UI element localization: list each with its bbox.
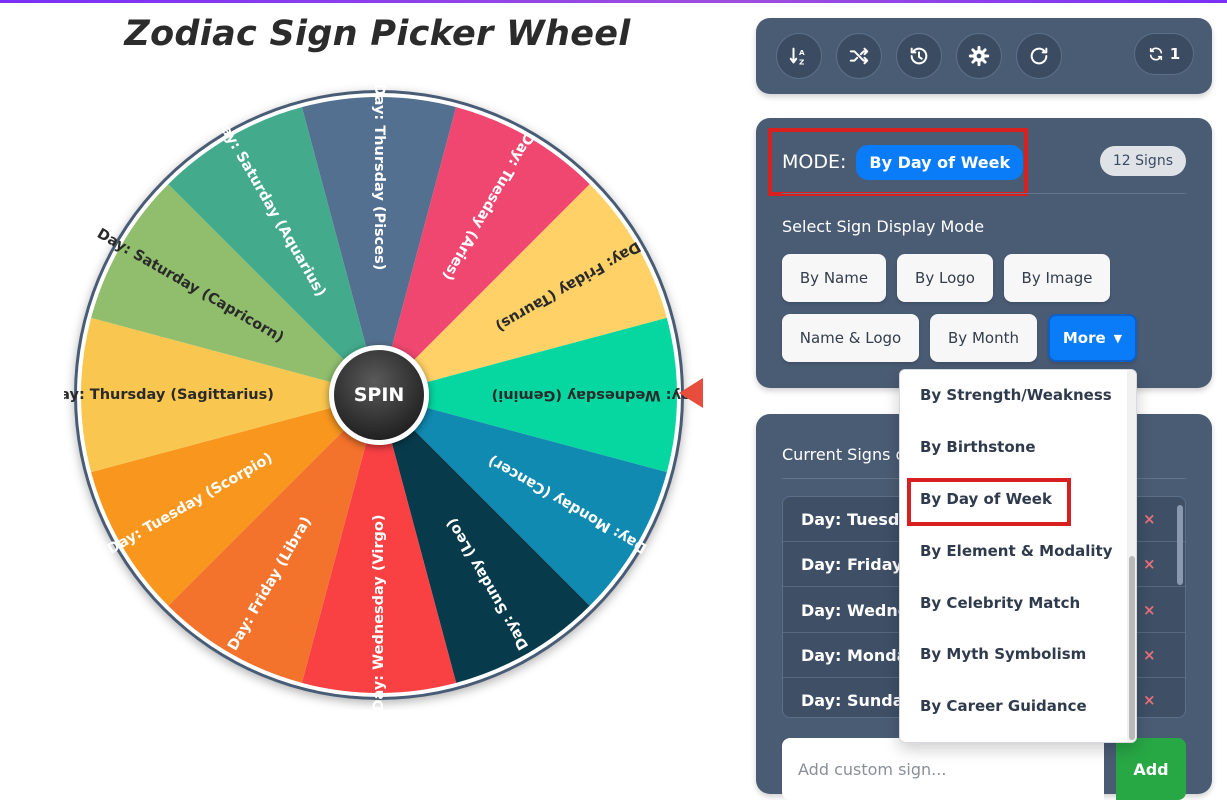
redo-icon bbox=[1030, 47, 1048, 65]
dropdown-scrollbar[interactable] bbox=[1127, 370, 1136, 742]
history-icon bbox=[910, 47, 928, 65]
mode-panel: MODE: By Day of Week 12 Signs Select Sig… bbox=[756, 118, 1212, 388]
sort-icon: A Z bbox=[789, 47, 805, 66]
scrollbar-thumb[interactable] bbox=[1129, 556, 1135, 740]
add-sign-button[interactable]: Add bbox=[1116, 738, 1186, 800]
dropdown-item-celebrity-match[interactable]: By Celebrity Match bbox=[920, 594, 1080, 612]
sync-icon bbox=[1149, 47, 1162, 61]
dropdown-item-career-guidance[interactable]: By Career Guidance bbox=[920, 697, 1087, 715]
mode-button-by-image[interactable]: By Image bbox=[1004, 254, 1110, 302]
sign-label: Day: Friday bbox=[801, 554, 903, 574]
svg-text:A: A bbox=[799, 48, 805, 57]
mode-button-by-name[interactable]: By Name bbox=[782, 254, 886, 302]
remove-sign-icon[interactable]: × bbox=[1143, 555, 1156, 573]
dropdown-item-birthstone[interactable]: By Birthstone bbox=[920, 438, 1036, 456]
history-button[interactable] bbox=[896, 33, 942, 79]
wheel-pointer-icon bbox=[679, 378, 703, 408]
add-custom-sign-input[interactable] bbox=[782, 738, 1104, 800]
signs-count-badge: 12 Signs bbox=[1099, 146, 1186, 176]
dropdown-item-myth-symbolism[interactable]: By Myth Symbolism bbox=[920, 645, 1086, 663]
remove-sign-icon[interactable]: × bbox=[1143, 510, 1156, 528]
dropdown-item-day-of-week[interactable]: By Day of Week bbox=[920, 490, 1052, 508]
remove-sign-icon[interactable]: × bbox=[1143, 646, 1156, 664]
wheel-segment-label: Day: Wednesday (Virgo) bbox=[371, 514, 387, 710]
zodiac-wheel[interactable]: Day: Thursday (Pisces) Day: Tuesday (Arie… bbox=[64, 80, 694, 710]
gear-icon bbox=[968, 45, 990, 67]
mode-label: MODE: bbox=[782, 151, 847, 173]
sign-label: Day: Sunday bbox=[801, 690, 914, 710]
remove-sign-icon[interactable]: × bbox=[1143, 601, 1156, 619]
redo-button[interactable] bbox=[1016, 33, 1062, 79]
caret-down-icon: ▼ bbox=[1113, 331, 1123, 345]
display-mode-heading: Select Sign Display Mode bbox=[782, 217, 985, 236]
svg-text:Z: Z bbox=[799, 57, 804, 66]
scrollbar-thumb[interactable] bbox=[1177, 505, 1183, 585]
mode-button-by-logo[interactable]: By Logo bbox=[897, 254, 993, 302]
mode-indicator: MODE: By Day of Week bbox=[768, 128, 1028, 196]
wheel-segment-label: Day: Wednesday (Gemini) bbox=[492, 387, 694, 403]
remove-sign-icon[interactable]: × bbox=[1143, 691, 1156, 709]
toolbar-panel: A Z 1 bbox=[756, 18, 1212, 94]
spin-button[interactable]: SPIN bbox=[329, 345, 429, 445]
dropdown-item-strength-weakness[interactable]: By Strength/Weakness bbox=[920, 386, 1112, 404]
spin-counter-value: 1 bbox=[1169, 45, 1181, 63]
spin-counter-button[interactable]: 1 bbox=[1134, 33, 1194, 75]
wheel-segment-label: Day: Thursday (Pisces) bbox=[371, 84, 387, 271]
more-label: More bbox=[1062, 329, 1106, 347]
mode-button-name-and-logo[interactable]: Name & Logo bbox=[782, 314, 919, 362]
page-title: Zodiac Sign Picker Wheel bbox=[124, 14, 631, 54]
sort-button[interactable]: A Z bbox=[776, 33, 822, 79]
shuffle-button[interactable] bbox=[836, 33, 882, 79]
more-dropdown-button[interactable]: More ▼ bbox=[1048, 314, 1137, 362]
sign-label: Day: Wedne bbox=[801, 600, 909, 620]
mode-button-by-month[interactable]: By Month bbox=[930, 314, 1037, 362]
more-modes-dropdown[interactable]: By Strength/Weakness By Birthstone By Da… bbox=[899, 369, 1137, 743]
dropdown-item-element-modality[interactable]: By Element & Modality bbox=[920, 542, 1113, 560]
current-signs-heading: Current Signs o bbox=[782, 445, 906, 464]
wheel-segment-label: Day: Thursday (Sagittarius) bbox=[64, 387, 274, 403]
signs-list-scrollbar[interactable] bbox=[1175, 497, 1185, 717]
shuffle-icon bbox=[849, 47, 869, 65]
settings-button[interactable] bbox=[956, 33, 1002, 79]
top-accent-line bbox=[0, 0, 1227, 3]
sign-label: Day: Tuesda bbox=[801, 509, 911, 529]
divider bbox=[782, 193, 1186, 194]
mode-value-badge: By Day of Week bbox=[856, 144, 1024, 180]
sign-label: Day: Monda bbox=[801, 645, 908, 665]
